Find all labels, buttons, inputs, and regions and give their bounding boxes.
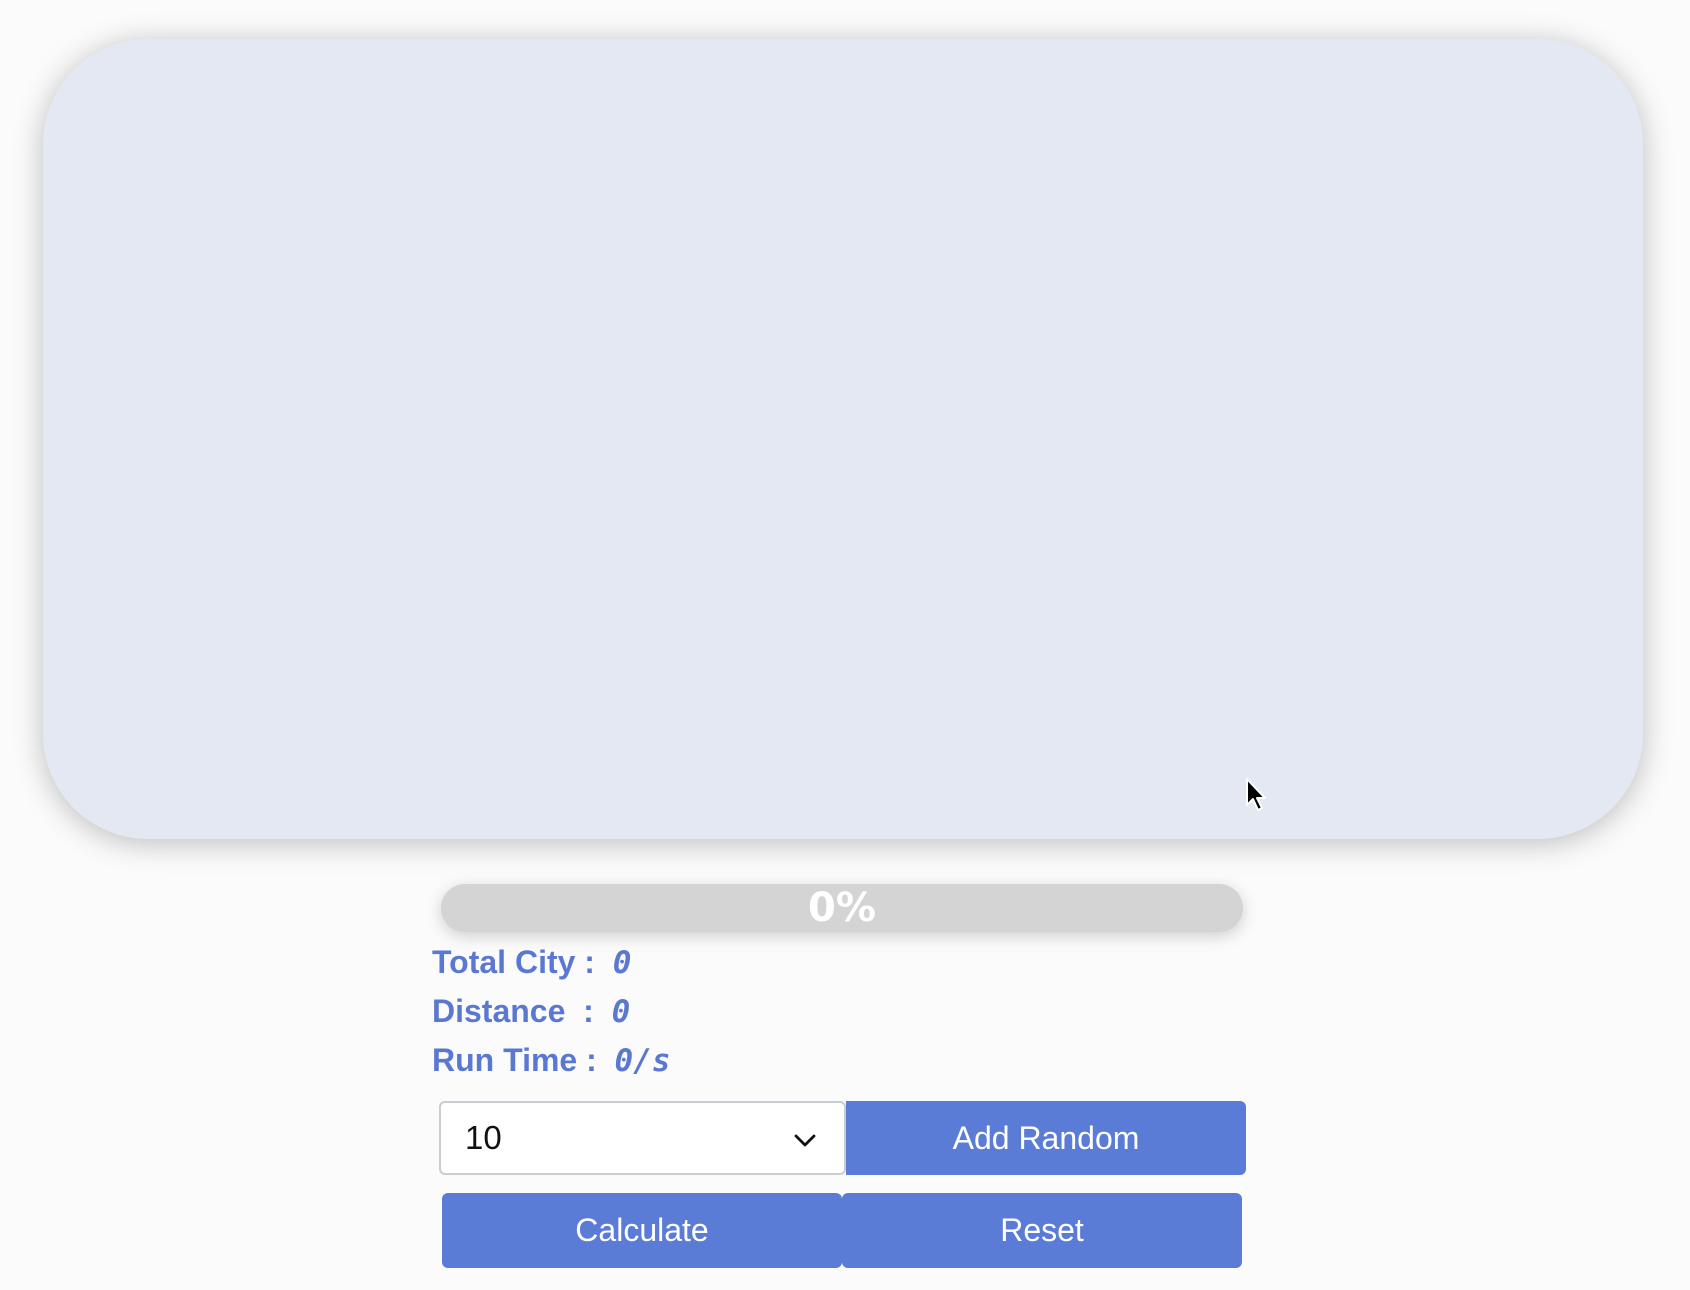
- total-city-stat: Total City : 0: [432, 938, 671, 987]
- city-map-canvas[interactable]: [43, 39, 1643, 839]
- total-city-label: Total City :: [432, 944, 613, 980]
- distance-value: 0: [611, 993, 631, 1030]
- chevron-down-icon: [794, 1134, 816, 1147]
- total-city-value: 0: [612, 944, 632, 981]
- progress-bar: 0%: [441, 884, 1243, 932]
- run-time-stat: Run Time : 0/s: [432, 1036, 671, 1085]
- run-time-label: Run Time :: [432, 1042, 615, 1078]
- progress-percent: 0%: [808, 885, 876, 931]
- distance-label: Distance :: [432, 993, 612, 1029]
- reset-button[interactable]: Reset: [842, 1193, 1242, 1268]
- city-count-selected: 10: [465, 1119, 502, 1156]
- mouse-cursor-icon: [1246, 778, 1266, 811]
- calculate-button[interactable]: Calculate: [442, 1193, 842, 1268]
- run-time-value: 0/s: [614, 1042, 671, 1079]
- city-count-select[interactable]: 10: [439, 1101, 846, 1175]
- distance-stat: Distance : 0: [432, 987, 671, 1036]
- add-random-button[interactable]: Add Random: [846, 1101, 1246, 1175]
- stats-panel: Total City : 0 Distance : 0 Run Time : 0…: [432, 938, 671, 1085]
